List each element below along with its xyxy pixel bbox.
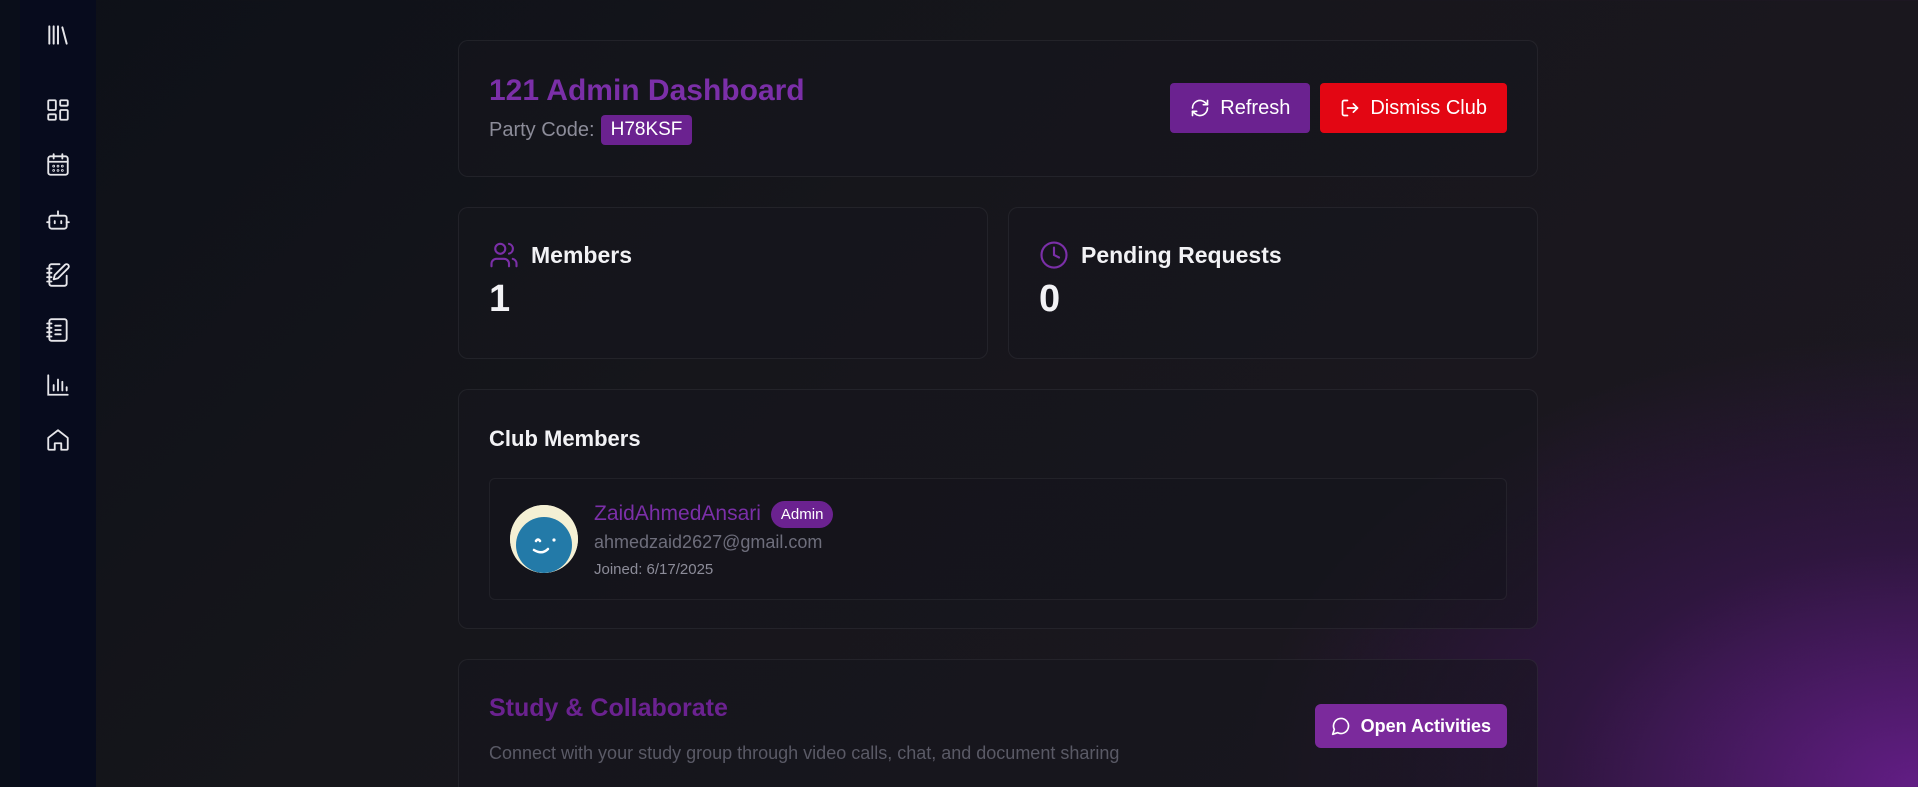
dismiss-club-button[interactable]: Dismiss Club (1320, 83, 1507, 133)
refresh-button[interactable]: Refresh (1170, 83, 1311, 133)
message-circle-icon (1331, 717, 1349, 736)
party-code-badge: H78KSF (600, 115, 693, 145)
header-actions: Refresh Dismiss Club (1170, 83, 1507, 144)
sidebar-item-notes-edit[interactable] (38, 255, 78, 295)
dashboard-header: 121 Admin Dashboard Party Code: H78KSF R… (458, 40, 1538, 177)
club-members-section: Club Members ZaidAhmedAnsari Admin ahmed… (458, 389, 1538, 629)
clock-icon (1040, 241, 1068, 269)
bot-icon (46, 210, 70, 230)
notebook-pen-icon (46, 263, 70, 287)
sidebar (20, 0, 96, 787)
member-name: ZaidAhmedAnsari (594, 502, 761, 525)
window-edge (0, 0, 20, 787)
page-title: 121 Admin Dashboard (489, 74, 805, 107)
pending-requests-stat-value: 0 (1039, 278, 1061, 320)
pending-requests-stat-label: Pending Requests (1081, 241, 1282, 268)
notebook-text-icon (46, 318, 68, 342)
party-code-label: Party Code: (489, 118, 595, 141)
refresh-button-label: Refresh (1220, 96, 1291, 119)
sidebar-item-analytics[interactable] (38, 365, 78, 405)
open-activities-label: Open Activities (1360, 715, 1491, 736)
library-icon[interactable] (43, 20, 73, 50)
stats-row: Members 1 Pending Requests 0 (458, 207, 1538, 359)
sidebar-item-notebook[interactable] (38, 310, 78, 350)
sidebar-nav (38, 90, 78, 475)
party-code-row: Party Code: H78KSF (489, 115, 805, 145)
pending-requests-stat-card: Pending Requests 0 (1008, 207, 1538, 359)
member-email: ahmedzaid2627@gmail.com (594, 531, 823, 552)
main-content: 121 Admin Dashboard Party Code: H78KSF R… (458, 40, 1538, 787)
layout-dashboard-icon (47, 99, 69, 121)
refresh-icon (1191, 99, 1209, 117)
open-activities-button[interactable]: Open Activities (1314, 704, 1507, 748)
study-title: Study & Collaborate (489, 694, 728, 722)
calendar-icon (47, 153, 69, 176)
sidebar-item-bot[interactable] (38, 200, 78, 240)
admin-badge: Admin (770, 500, 834, 528)
sidebar-item-home[interactable] (38, 420, 78, 460)
bar-chart-icon (47, 374, 69, 396)
log-out-icon (1341, 99, 1359, 117)
members-stat-label: Members (531, 241, 632, 268)
avatar (510, 505, 578, 573)
club-members-title: Club Members (489, 426, 641, 451)
member-joined-date: Joined: 6/17/2025 (594, 560, 714, 578)
member-list-item[interactable]: ZaidAhmedAnsari Admin ahmedzaid2627@gmai… (489, 478, 1507, 600)
members-stat-card: Members 1 (458, 207, 988, 359)
study-description: Connect with your study group through vi… (489, 743, 1120, 763)
sidebar-item-dashboard[interactable] (38, 90, 78, 130)
members-stat-value: 1 (489, 278, 511, 320)
dismiss-club-button-label: Dismiss Club (1370, 96, 1487, 119)
sidebar-item-calendar[interactable] (38, 145, 78, 185)
member-info: ZaidAhmedAnsari Admin ahmedzaid2627@gmai… (594, 500, 834, 578)
home-icon (47, 429, 69, 451)
users-icon (490, 242, 518, 268)
study-collaborate-section: Study & Collaborate Connect with your st… (458, 659, 1538, 787)
